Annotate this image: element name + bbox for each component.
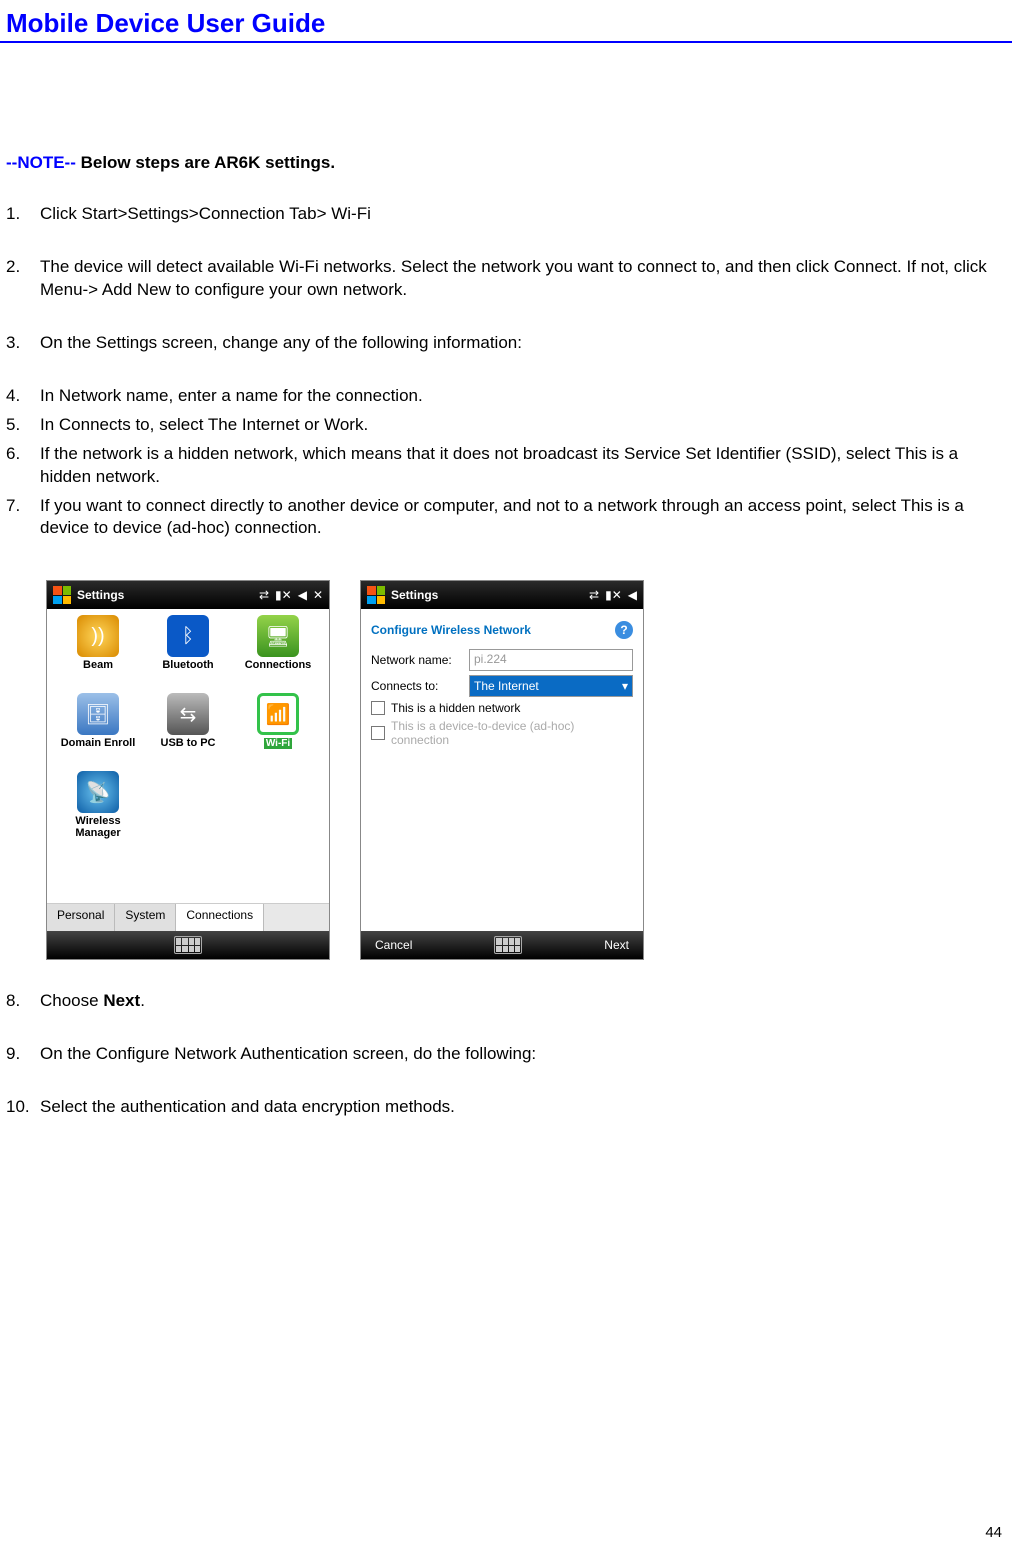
volume-icon: ◀: [628, 588, 637, 602]
step-text: On the Settings screen, change any of th…: [40, 332, 1006, 355]
settings-panel: )) Beam ᛒ Bluetooth 🖥 Connections 🗄 Domain E…: [47, 609, 329, 903]
panel-heading: Configure Wireless Network ?: [367, 615, 637, 645]
sync-icon: ⇄: [589, 588, 599, 602]
hidden-network-label: This is a hidden network: [391, 701, 520, 715]
step-text: Choose Next.: [40, 990, 1006, 1013]
bluetooth-icon: ᛒ: [167, 615, 209, 657]
page-title: Mobile Device User Guide: [0, 0, 1012, 43]
step-text: Click Start>Settings>Connection Tab> Wi-…: [40, 203, 1006, 226]
hidden-network-checkbox[interactable]: [371, 701, 385, 715]
step-text: If you want to connect directly to anoth…: [40, 495, 1006, 541]
volume-icon: ◀: [298, 588, 307, 602]
heading-label: Configure Wireless Network: [371, 623, 531, 637]
connects-to-label: Connects to:: [371, 679, 463, 693]
adhoc-label: This is a device-to-device (ad-hoc) conn…: [391, 719, 633, 747]
step-number: 4.: [6, 385, 40, 408]
chevron-down-icon: ▾: [622, 679, 628, 693]
step-text-bold: Next: [103, 991, 140, 1010]
app-usb-to-pc[interactable]: ⇆ USB to PC: [143, 693, 233, 767]
signal-icon: ▮✕: [275, 588, 292, 602]
app-label: Wi-Fi: [264, 737, 292, 749]
network-name-label: Network name:: [371, 653, 463, 667]
signal-icon: ▮✕: [605, 588, 622, 602]
select-value: The Internet: [474, 679, 539, 693]
note-prefix: --NOTE--: [6, 153, 76, 172]
sync-icon: ⇄: [259, 588, 269, 602]
close-icon[interactable]: ✕: [313, 588, 323, 602]
next-button[interactable]: Next: [604, 938, 629, 952]
settings-screenshot: Settings ⇄ ▮✕ ◀ ✕ )) Beam ᛒ Bluetooth 🖥 Con…: [46, 580, 330, 960]
step-number: 10.: [6, 1096, 40, 1119]
cancel-button[interactable]: Cancel: [375, 938, 412, 952]
window-title: Settings: [77, 588, 259, 602]
step-number: 1.: [6, 203, 40, 226]
titlebar: Settings ⇄ ▮✕ ◀: [361, 581, 643, 609]
configure-panel: Configure Wireless Network ? Network nam…: [361, 609, 643, 931]
step-text-part: Choose: [40, 991, 103, 1010]
step-number: 8.: [6, 990, 40, 1013]
app-label: Domain Enroll: [61, 737, 136, 749]
tab-connections[interactable]: Connections: [176, 904, 264, 931]
network-name-input[interactable]: pi.224: [469, 649, 633, 671]
help-icon[interactable]: ?: [615, 621, 633, 639]
step-number: 2.: [6, 256, 40, 302]
usb-icon: ⇆: [167, 693, 209, 735]
app-label: USB to PC: [161, 737, 216, 749]
page-number: 44: [985, 1524, 1002, 1541]
step-text: Select the authentication and data encry…: [40, 1096, 1006, 1119]
connects-to-select[interactable]: The Internet ▾: [469, 675, 633, 697]
app-wireless-manager[interactable]: 📡Wireless Manager: [53, 771, 143, 845]
steps-list: 1.Click Start>Settings>Connection Tab> W…: [6, 203, 1006, 540]
window-title: Settings: [391, 588, 589, 602]
titlebar: Settings ⇄ ▮✕ ◀ ✕: [47, 581, 329, 609]
step-number: 7.: [6, 495, 40, 541]
step-number: 5.: [6, 414, 40, 437]
step-text: The device will detect available Wi-Fi n…: [40, 256, 1006, 302]
step-number: 3.: [6, 332, 40, 355]
app-label: Bluetooth: [162, 659, 213, 671]
status-icons: ⇄ ▮✕ ◀ ✕: [259, 588, 323, 602]
app-wifi[interactable]: 📶 Wi-Fi: [233, 693, 323, 767]
wifi-icon: 📶: [257, 693, 299, 735]
step-text-part: .: [140, 991, 145, 1010]
app-beam[interactable]: )) Beam: [53, 615, 143, 689]
keyboard-icon[interactable]: [494, 936, 522, 954]
connections-icon: 🖥: [257, 615, 299, 657]
step-text: In Connects to, select The Internet or W…: [40, 414, 1006, 437]
step-number: 9.: [6, 1043, 40, 1066]
domain-icon: 🗄: [77, 693, 119, 735]
note-line: --NOTE-- Below steps are AR6K settings.: [6, 153, 1006, 173]
app-domain-enroll[interactable]: 🗄 Domain Enroll: [53, 693, 143, 767]
step-text: On the Configure Network Authentication …: [40, 1043, 1006, 1066]
wireless-manager-icon: 📡: [77, 771, 119, 813]
tab-personal[interactable]: Personal: [47, 904, 115, 931]
adhoc-checkbox: [371, 726, 385, 740]
step-text: In Network name, enter a name for the co…: [40, 385, 1006, 408]
start-icon[interactable]: [53, 586, 71, 604]
tabs-bar: Personal System Connections: [47, 903, 329, 931]
app-label: Connections: [245, 659, 312, 671]
tab-system[interactable]: System: [115, 904, 176, 931]
beam-icon: )): [77, 615, 119, 657]
screenshots-row: Settings ⇄ ▮✕ ◀ ✕ )) Beam ᛒ Bluetooth 🖥 Con…: [46, 580, 1006, 960]
step-text: If the network is a hidden network, whic…: [40, 443, 1006, 489]
bottom-bar: [47, 931, 329, 959]
steps-list-cont: 8. Choose Next. 9.On the Configure Netwo…: [6, 990, 1006, 1119]
note-text: Below steps are AR6K settings.: [76, 153, 335, 172]
step-number: 6.: [6, 443, 40, 489]
start-icon[interactable]: [367, 586, 385, 604]
status-icons: ⇄ ▮✕ ◀: [589, 588, 637, 602]
app-bluetooth[interactable]: ᛒ Bluetooth: [143, 615, 233, 689]
app-label: Wireless Manager: [53, 815, 143, 839]
bottom-bar: Cancel Next: [361, 931, 643, 959]
app-connections[interactable]: 🖥 Connections: [233, 615, 323, 689]
keyboard-icon[interactable]: [174, 936, 202, 954]
icon-grid: )) Beam ᛒ Bluetooth 🖥 Connections 🗄 Domain E…: [53, 615, 323, 845]
app-label: Beam: [83, 659, 113, 671]
configure-wireless-screenshot: Settings ⇄ ▮✕ ◀ Configure Wireless Netwo…: [360, 580, 644, 960]
